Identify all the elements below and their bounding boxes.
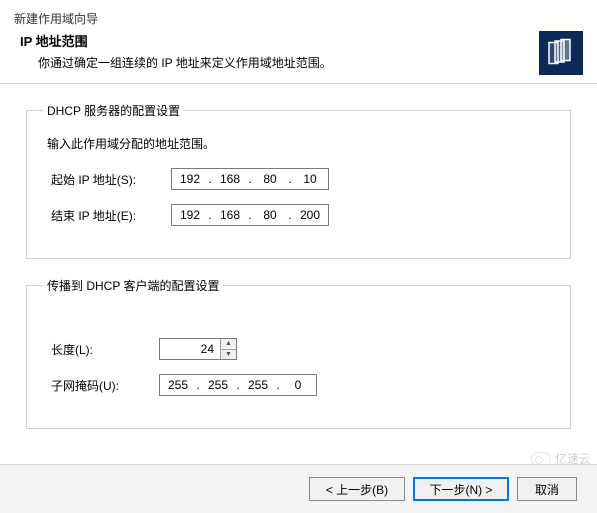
back-button[interactable]: < 上一步(B) xyxy=(309,477,405,501)
dhcp-client-settings-legend: 传播到 DHCP 客户端的配置设置 xyxy=(43,277,223,294)
end-ip-row: 结束 IP 地址(E): 192. 168. 80. 200 xyxy=(51,204,554,226)
mask-octet-1[interactable]: 255 xyxy=(166,378,190,392)
page-title: IP 地址范围 xyxy=(20,31,531,50)
wizard-header: IP 地址范围 你通过确定一组连续的 IP 地址来定义作用域地址范围。 xyxy=(0,31,597,84)
dhcp-server-settings-legend: DHCP 服务器的配置设置 xyxy=(43,102,184,119)
start-ip-octet-3[interactable]: 80 xyxy=(258,172,282,186)
length-spinner-down[interactable]: ▼ xyxy=(221,350,236,360)
mask-octet-2[interactable]: 255 xyxy=(206,378,230,392)
subnet-mask-input[interactable]: 255. 255. 255. 0 xyxy=(159,374,317,396)
length-spinner-up[interactable]: ▲ xyxy=(221,339,236,350)
wizard-content: DHCP 服务器的配置设置 输入此作用域分配的地址范围。 起始 IP 地址(S)… xyxy=(0,84,597,453)
start-ip-octet-1[interactable]: 192 xyxy=(178,172,202,186)
start-ip-label: 起始 IP 地址(S): xyxy=(51,171,171,188)
length-label: 长度(L): xyxy=(51,341,159,358)
mask-octet-3[interactable]: 255 xyxy=(246,378,270,392)
length-row: 长度(L): 24 ▲ ▼ xyxy=(51,338,554,360)
wizard-button-bar: < 上一步(B) 下一步(N) > 取消 xyxy=(0,464,597,513)
end-ip-label: 结束 IP 地址(E): xyxy=(51,207,171,224)
length-spinner[interactable]: 24 ▲ ▼ xyxy=(159,338,237,360)
page-description: 你通过确定一组连续的 IP 地址来定义作用域地址范围。 xyxy=(38,54,531,71)
mask-octet-4[interactable]: 0 xyxy=(286,378,310,392)
end-ip-octet-2[interactable]: 168 xyxy=(218,208,242,222)
dhcp-server-settings-group: DHCP 服务器的配置设置 输入此作用域分配的地址范围。 起始 IP 地址(S)… xyxy=(26,102,571,259)
wizard-title: 新建作用域向导 xyxy=(0,0,597,31)
end-ip-octet-3[interactable]: 80 xyxy=(258,208,282,222)
start-ip-input[interactable]: 192. 168. 80. 10 xyxy=(171,168,329,190)
next-button[interactable]: 下一步(N) > xyxy=(413,477,509,501)
subnet-mask-label: 子网掩码(U): xyxy=(51,377,159,394)
scope-wizard-icon xyxy=(539,31,583,75)
end-ip-input[interactable]: 192. 168. 80. 200 xyxy=(171,204,329,226)
end-ip-octet-1[interactable]: 192 xyxy=(178,208,202,222)
header-text: IP 地址范围 你通过确定一组连续的 IP 地址来定义作用域地址范围。 xyxy=(20,31,531,71)
start-ip-row: 起始 IP 地址(S): 192. 168. 80. 10 xyxy=(51,168,554,190)
end-ip-octet-4[interactable]: 200 xyxy=(298,208,322,222)
length-value[interactable]: 24 xyxy=(160,339,220,359)
cancel-button[interactable]: 取消 xyxy=(517,477,577,501)
subnet-mask-row: 子网掩码(U): 255. 255. 255. 0 xyxy=(51,374,554,396)
address-range-description: 输入此作用域分配的地址范围。 xyxy=(47,135,554,152)
dhcp-client-settings-group: 传播到 DHCP 客户端的配置设置 长度(L): 24 ▲ ▼ 子网掩码(U):… xyxy=(26,277,571,429)
start-ip-octet-4[interactable]: 10 xyxy=(298,172,322,186)
start-ip-octet-2[interactable]: 168 xyxy=(218,172,242,186)
length-spinner-buttons: ▲ ▼ xyxy=(220,339,236,359)
